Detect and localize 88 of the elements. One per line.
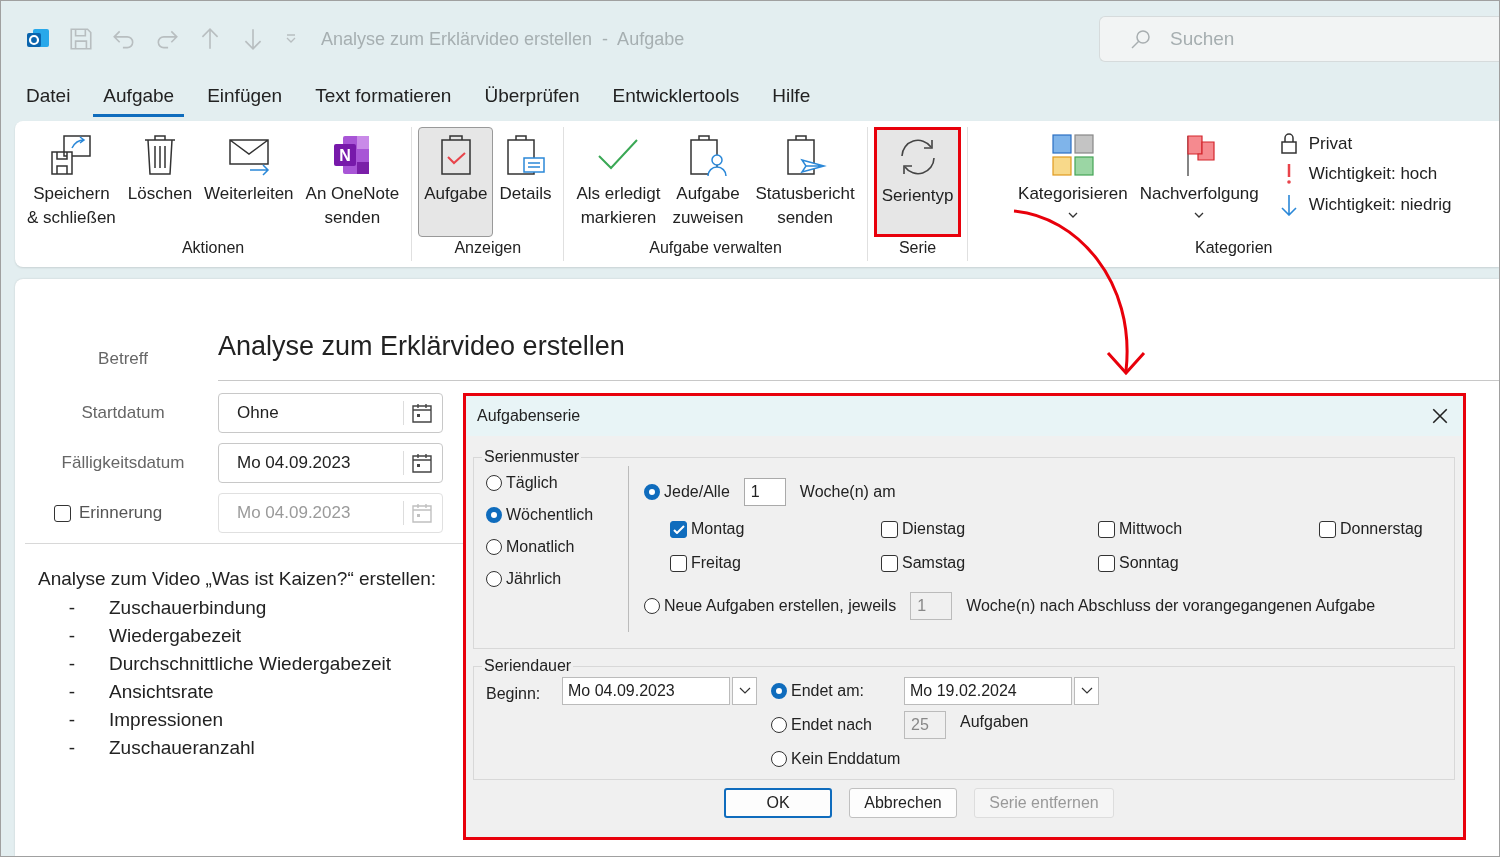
list-marker: - [67,597,76,619]
exclamation-icon [1285,163,1292,185]
calendar-icon [403,401,434,425]
unit-label: Aufgaben [960,713,1029,731]
field-label: Fälligkeitsdatum [60,453,186,473]
field-label: Startdatum [80,403,166,423]
frequency-radio[interactable]: Monatlich [486,538,628,556]
menu-tab[interactable]: Hilfe [762,83,821,117]
ribbon-button[interactable]: Als erledigt markieren [570,127,667,237]
arrow-down-icon [1280,194,1297,216]
regenerate-radio[interactable]: Neue Aufgaben erstellen, jeweils [644,597,897,615]
ribbon-button[interactable]: N An OneNote senden [299,127,406,237]
list-item: Ansichtsrate [109,681,214,703]
caret-icon [738,687,751,695]
unit-label: Woche(n) nach Abschluss der vorangegangenen Aufgabe [966,597,1376,615]
frequency-radio[interactable]: Täglich [486,474,628,492]
save-icon[interactable] [68,26,94,52]
dialog-title: Aufgabenserie [477,407,581,425]
checkmark-icon [672,524,685,534]
ribbon-button[interactable]: Nachverfolgung [1133,127,1265,237]
date-field[interactable]: Mo 04.09.2023 [218,443,443,483]
group-label: Kategorien [1195,239,1273,258]
group-label: Serie [898,239,937,258]
group-label: Anzeigen [454,239,522,258]
list-marker: - [67,625,76,647]
end-option-radio[interactable]: Kein Enddatum [771,750,904,768]
ribbon-button[interactable]: Wichtigkeit: hoch [1274,161,1456,187]
end-option-radio[interactable]: Endet am: [771,682,904,700]
close-icon[interactable] [1431,407,1449,425]
list-item: Zuschauerbindung [109,597,267,619]
weekday-checkbox[interactable]: Freitag [670,554,881,572]
every-radio[interactable]: Jede/Alle [644,483,730,501]
menu-tab[interactable]: Text formatieren [305,83,462,117]
dialog-button[interactable]: OK [724,788,832,818]
ribbon-button[interactable]: Privat [1274,131,1456,156]
weekday-checkbox[interactable]: Samstag [881,554,1098,572]
group-label: Aktionen [181,239,245,258]
list-item: Impressionen [109,709,224,731]
ribbon-button[interactable]: Kategorisieren [1012,127,1134,237]
customize-caret-icon[interactable] [285,33,297,45]
menu-tab[interactable]: Entwicklertools [602,83,750,117]
calendar-icon [403,451,434,475]
weekday-checkbox[interactable]: Mittwoch [1098,520,1319,538]
lock-icon [1280,133,1297,154]
ribbon-button[interactable]: Statusbericht senden [749,127,861,237]
list-item: Zuschaueranzahl [109,737,255,759]
window-title: Analyse zum Erklärvideo erstellen - Aufgabe [321,28,685,50]
menu-tab[interactable]: Aufgabe [93,83,185,117]
menu-tab[interactable]: Einfügen [197,83,293,117]
list-item: Wiedergabezeit [109,625,242,647]
weekday-checkbox[interactable]: Sonntag [1098,554,1319,572]
date-field[interactable]: Ohne [218,393,443,433]
frequency-radio[interactable]: Wöchentlich [486,506,628,524]
ribbon-button[interactable]: Löschen [121,127,199,237]
ribbon-button[interactable]: Aufgabe zuweisen [666,127,750,237]
list-marker: - [67,737,76,759]
list-item: Durchschnittliche Wiedergabezeit [109,653,391,675]
weekday-checkbox[interactable]: Montag [670,520,881,538]
list-marker: - [67,709,76,731]
ribbon-button[interactable]: Aufgabe [418,127,494,237]
ribbon-button[interactable]: Serientyp [873,127,962,237]
subject-field[interactable]: Analyse zum Erklärvideo erstellen [218,331,1499,381]
search-icon [1129,27,1153,51]
start-label: Beginn: [486,685,542,703]
interval-field[interactable]: 1 [743,478,786,506]
ribbon-button[interactable]: Speichern & schließen [21,127,122,237]
search-field[interactable]: Suchen [1099,16,1499,62]
group-legend: Seriendauer [482,657,574,675]
unit-label: Woche(n) am [799,483,896,501]
ribbon-button[interactable]: Weiterleiten [198,127,300,237]
subject-label: Betreff [97,349,149,370]
group-label: Aufgabe verwalten [649,239,782,258]
ribbon-button[interactable]: Wichtigkeit: niedrig [1274,192,1456,218]
end-option-radio[interactable]: Endet nach [771,716,904,734]
body-text: Analyse zum Video „Was ist Kaizen?“ erstellen: [38,568,437,590]
weekday-checkbox[interactable]: Dienstag [881,520,1098,538]
frequency-radio[interactable]: Jährlich [486,570,628,588]
weekday-checkbox[interactable]: Donnerstag [1319,520,1444,538]
color-squares-icon [1049,132,1096,178]
dialog-button[interactable]: Abbrechen [849,788,957,818]
menu-tab[interactable]: Datei [16,83,81,117]
calendar-icon [403,501,434,525]
menu-tab[interactable]: Überprüfen [474,83,590,117]
list-marker: - [67,681,76,703]
caret-icon [1080,687,1093,695]
group-legend: Serienmuster [482,448,582,466]
list-marker: - [67,653,76,675]
ribbon-button[interactable]: Details [493,127,558,237]
